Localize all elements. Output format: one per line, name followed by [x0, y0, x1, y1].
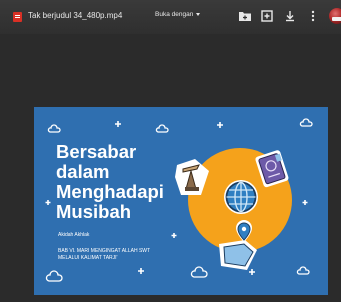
- open-with-label: Buka dengan: [155, 11, 194, 18]
- file-name: Tak berjudul 34_480p.mp4: [28, 11, 123, 20]
- star-icon: [45, 200, 51, 205]
- slide-title-line: dalam: [56, 161, 110, 182]
- slide-subtitle-line: BAB VI. MARI MENGINGAT ALLAH SWT: [58, 248, 151, 254]
- cloud-icon: [45, 270, 63, 282]
- star-icon: [217, 122, 223, 128]
- cloud-icon: [155, 124, 169, 133]
- star-icon: [138, 268, 144, 274]
- star-icon: [171, 233, 177, 238]
- more-options-icon[interactable]: [306, 9, 320, 23]
- slide-title: Bersabar dalam Menghadapi Musibah: [56, 142, 196, 222]
- cloud-icon: [47, 124, 61, 133]
- slide-subtitle-line: MELALUI KALIMAT TARJI': [58, 255, 118, 261]
- slide-subtitle: BAB VI. MARI MENGINGAT ALLAH SWT MELALUI…: [58, 248, 150, 262]
- video-file-icon: [13, 12, 22, 22]
- slide-title-line: Bersabar: [56, 141, 137, 162]
- open-with-button[interactable]: Buka dengan: [155, 11, 201, 18]
- add-to-drive-icon[interactable]: [238, 9, 252, 23]
- slide-author: Akidah Akhlak: [58, 232, 90, 238]
- chevron-down-icon: [196, 12, 201, 16]
- video-frame[interactable]: Bersabar dalam Menghadapi Musibah Akidah…: [34, 107, 328, 295]
- slide-title-line: Menghadapi: [56, 181, 164, 202]
- globe-icon: [224, 180, 258, 214]
- cloud-icon: [190, 266, 208, 278]
- slide-title-line: Musibah: [56, 201, 132, 222]
- star-icon: [249, 269, 255, 275]
- download-icon[interactable]: [283, 9, 297, 23]
- account-avatar[interactable]: [329, 8, 341, 24]
- add-shortcut-icon[interactable]: [260, 9, 274, 23]
- star-icon: [302, 200, 308, 205]
- cloud-icon: [299, 118, 313, 127]
- cloud-icon: [296, 266, 310, 275]
- viewer-toolbar: Tak berjudul 34_480p.mp4 Buka dengan: [0, 0, 341, 34]
- star-icon: [115, 121, 121, 127]
